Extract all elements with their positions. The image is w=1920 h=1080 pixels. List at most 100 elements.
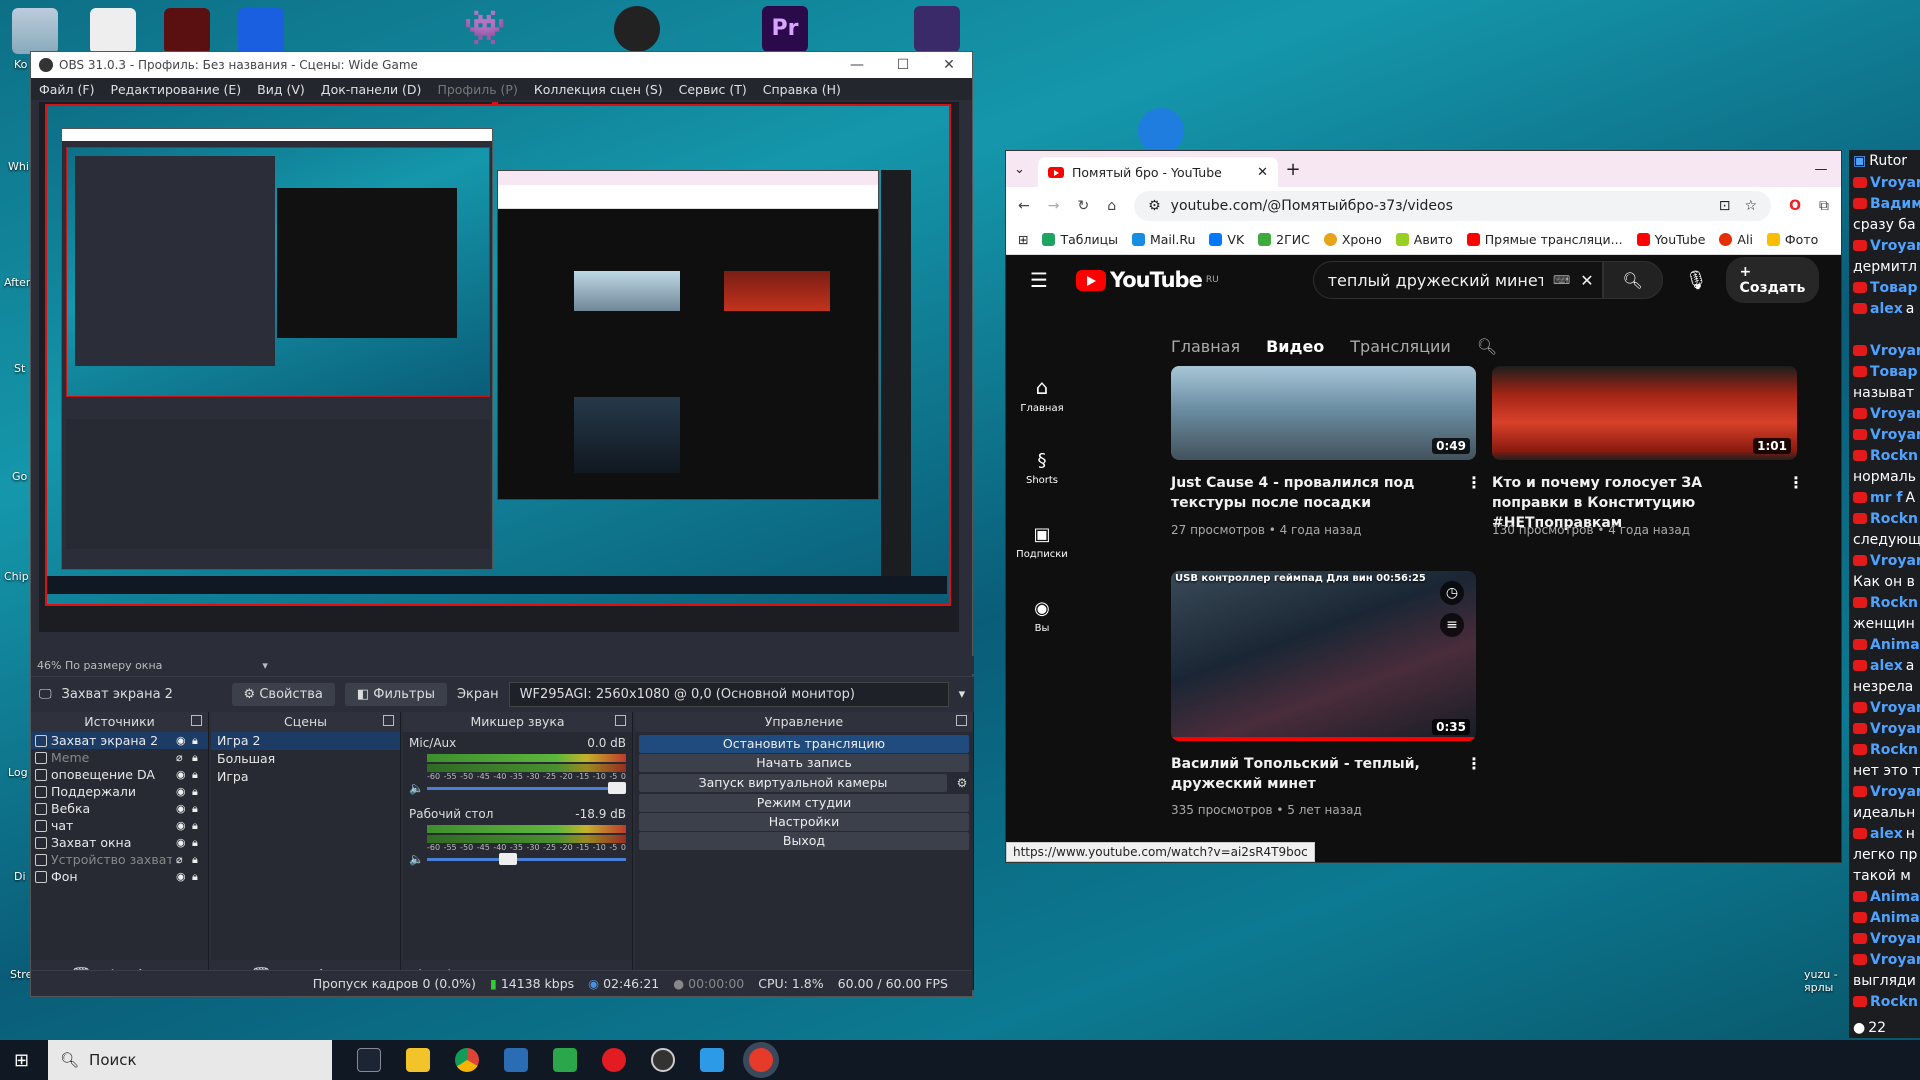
bookmark-2gis[interactable]: 2ГИС xyxy=(1258,232,1310,247)
popout-icon[interactable] xyxy=(383,715,394,726)
bookmark-ali[interactable]: Ali xyxy=(1719,232,1753,247)
lock-icon[interactable]: 🔒︎ xyxy=(192,870,204,884)
source-row[interactable]: Захват окна ◉ 🔒︎ xyxy=(31,834,208,851)
guide-subscriptions[interactable]: ▣ Подписки xyxy=(1006,505,1078,579)
youtube-logo[interactable]: YouTube RU xyxy=(1075,268,1219,292)
menu-scene-collection[interactable]: Коллекция сцен (S) xyxy=(534,82,663,97)
source-row[interactable]: Поддержали ◉ 🔒︎ xyxy=(31,783,208,800)
app-icon-pixel[interactable] xyxy=(914,6,960,52)
bookmark-sheets[interactable]: Таблицы xyxy=(1042,232,1118,247)
eye-icon[interactable]: ◉ xyxy=(176,836,188,849)
home-icon[interactable]: ⌂ xyxy=(1107,198,1116,214)
tab-list-icon[interactable]: ⌄ xyxy=(1014,162,1038,177)
menu-profile[interactable]: Профиль (P) xyxy=(437,82,517,97)
back-icon[interactable]: ← xyxy=(1018,198,1030,214)
chevron-down-icon[interactable]: ▾ xyxy=(959,687,966,702)
menu-docks[interactable]: Док-панели (D) xyxy=(321,82,422,97)
premiere-icon[interactable]: Pr xyxy=(762,6,808,52)
tab-videos[interactable]: Видео xyxy=(1266,337,1324,356)
tab-youtube[interactable]: Помятый бро - YouTube ✕ xyxy=(1038,157,1278,187)
star-icon[interactable]: ☆ xyxy=(1745,198,1758,214)
lock-icon[interactable]: 🔒︎ xyxy=(192,836,204,850)
opera-icon[interactable]: O xyxy=(1789,198,1801,214)
bookmark-avito[interactable]: Авито xyxy=(1395,232,1453,247)
exit-button[interactable]: Выход xyxy=(639,832,969,850)
volume-slider[interactable]: 🔈 xyxy=(409,781,626,795)
taskbar-search[interactable]: 🔍︎ Поиск xyxy=(48,1040,332,1080)
reload-icon[interactable]: ↻ xyxy=(1077,198,1089,214)
lock-icon[interactable]: 🔒︎ xyxy=(192,853,204,867)
screen-select[interactable]: WF295AGI: 2560x1080 @ 0,0 (Основной мони… xyxy=(508,682,949,707)
volume-knob[interactable] xyxy=(498,853,517,865)
studio-mode-button[interactable]: Режим студии xyxy=(639,794,969,812)
bookmark-youtube[interactable]: YouTube xyxy=(1636,232,1705,247)
chevron-down-icon[interactable]: ▾ xyxy=(262,659,268,672)
source-row[interactable]: Meme ⌀ 🔒︎ xyxy=(31,749,208,766)
video-title[interactable]: Just Cause 4 - провалился под текстуры п… xyxy=(1171,473,1441,513)
popout-icon[interactable] xyxy=(956,715,967,726)
app-icon-green[interactable] xyxy=(553,1048,577,1072)
menu-help[interactable]: Справка (H) xyxy=(763,82,841,97)
lock-icon[interactable]: 🔒︎ xyxy=(192,819,204,833)
popout-icon[interactable] xyxy=(615,715,626,726)
filters-button[interactable]: ◧ Фильтры xyxy=(344,683,447,706)
scene-row[interactable]: Игра xyxy=(211,768,400,786)
recycle-bin-icon[interactable] xyxy=(12,8,58,54)
eye-icon[interactable]: ◉ xyxy=(176,734,188,747)
source-row[interactable]: оповещение DA ◉ 🔒︎ xyxy=(31,766,208,783)
source-row[interactable]: чат ◉ 🔒︎ xyxy=(31,817,208,834)
keyboard-icon[interactable]: ⌨ xyxy=(1553,273,1570,287)
search-icon[interactable]: 🔍︎ xyxy=(1477,337,1497,356)
menu-file[interactable]: Файл (F) xyxy=(39,82,94,97)
install-icon[interactable]: ⊡ xyxy=(1719,198,1731,214)
source-row[interactable]: Фон ◉ 🔒︎ xyxy=(31,868,208,885)
obs-taskbar-icon[interactable] xyxy=(651,1048,675,1072)
create-button[interactable]: + Создать xyxy=(1725,257,1820,303)
bookmark-mailru[interactable]: Mail.Ru xyxy=(1131,232,1195,247)
scene-row[interactable]: Игра 2 xyxy=(211,732,400,750)
extensions-icon[interactable]: ⧉ xyxy=(1819,198,1829,214)
eye-icon[interactable]: ◉ xyxy=(176,870,188,883)
scene-row[interactable]: Большая xyxy=(211,750,400,768)
app-icon-efix[interactable] xyxy=(164,8,210,54)
start-recording-button[interactable]: Начать запись xyxy=(639,754,969,772)
search-button[interactable]: 🔍︎ xyxy=(1602,261,1663,299)
video-thumbnail[interactable]: USB контроллер геймпад Для вин 00:56:25 … xyxy=(1171,571,1476,741)
guide-shorts[interactable]: § Shorts xyxy=(1006,431,1078,505)
watch-later-icon[interactable]: ◷ xyxy=(1440,581,1464,605)
chat-app-icon[interactable] xyxy=(700,1048,724,1072)
task-view-icon[interactable] xyxy=(357,1048,381,1072)
menu-tools[interactable]: Сервис (T) xyxy=(679,82,747,97)
guide-home[interactable]: ⌂ Главная xyxy=(1006,357,1078,431)
bookmark-hrono[interactable]: Хроно xyxy=(1323,232,1382,247)
forward-icon[interactable]: → xyxy=(1048,198,1060,214)
new-tab-icon[interactable]: + xyxy=(1278,159,1308,180)
video-thumbnail[interactable]: 0:49 xyxy=(1171,366,1476,460)
close-icon[interactable]: ✕ xyxy=(926,57,972,73)
file-explorer-icon[interactable] xyxy=(406,1048,430,1072)
minimize-icon[interactable]: — xyxy=(1801,162,1841,177)
bookmark-streams[interactable]: Прямые трансляци... xyxy=(1466,232,1623,247)
source-row[interactable]: Захват экрана 2 ◉ 🔒︎ xyxy=(31,732,208,749)
obs-desktop-icon[interactable] xyxy=(614,6,660,52)
app-icon-invader[interactable]: 👾 xyxy=(462,8,508,54)
video-title[interactable]: Василий Топольский - теплый, дружеский м… xyxy=(1171,754,1456,794)
calculator-icon[interactable] xyxy=(504,1048,528,1072)
opera-icon[interactable] xyxy=(602,1048,626,1072)
popout-icon[interactable] xyxy=(191,715,202,726)
lock-icon[interactable]: 🔒︎ xyxy=(192,802,204,816)
clear-icon[interactable]: ✕ xyxy=(1580,271,1593,290)
browser-taskbar-icon[interactable] xyxy=(749,1048,773,1072)
file-icon[interactable] xyxy=(90,8,136,54)
menu-view[interactable]: Вид (V) xyxy=(257,82,305,97)
hamburger-menu-icon[interactable]: ☰ xyxy=(1030,268,1048,292)
speaker-icon[interactable]: 🔈 xyxy=(409,781,424,795)
eye-hidden-icon[interactable]: ⌀ xyxy=(176,853,188,866)
chrome-icon[interactable] xyxy=(455,1048,479,1072)
eye-icon[interactable]: ◉ xyxy=(176,819,188,832)
bookmark-photos[interactable]: Фото xyxy=(1766,232,1818,247)
address-bar[interactable]: ⚙ youtube.com/@Помятыйбро-з7з/videos ⊡ ☆ xyxy=(1134,191,1772,221)
source-row[interactable]: Вебка ◉ 🔒︎ xyxy=(31,800,208,817)
settings-button[interactable]: Настройки xyxy=(639,813,969,831)
eye-hidden-icon[interactable]: ⌀ xyxy=(176,751,188,764)
